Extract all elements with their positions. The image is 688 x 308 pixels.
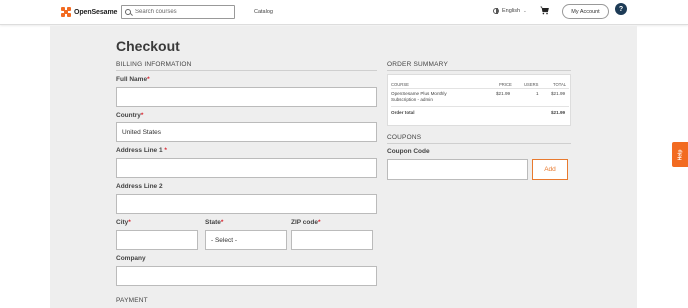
country-select[interactable]: United States [116,122,377,142]
city-field[interactable] [116,230,198,250]
company-label: Company [116,255,146,262]
col-course-header: COURSE [391,82,409,87]
course-users: 1 [536,91,539,96]
course-total: $21.99 [551,91,566,96]
state-value: - Select - [211,236,238,244]
top-header: OpenSesame Catalog English ⌄ My Account … [0,0,688,25]
chevron-down-icon: ⌄ [523,8,527,13]
billing-divider [116,70,377,71]
coupons-divider [387,143,571,144]
my-account-button[interactable]: My Account [562,4,609,19]
order-summary-divider [387,70,571,71]
full-name-label: Full Name* [116,76,150,83]
add-coupon-button[interactable]: Add [532,159,568,180]
coupon-code-field[interactable] [387,159,528,180]
zip-label: ZIP code* [291,219,321,226]
address-line1-field[interactable] [116,158,377,178]
coupons-heading: COUPONS [387,134,422,141]
coupon-code-label: Coupon Code [387,148,430,155]
language-selector[interactable]: English ⌄ [493,8,527,14]
opensesame-logo[interactable]: OpenSesame [61,6,117,18]
course-price: $21.99 [496,91,511,96]
course-name-line2: Subscription - admin [391,97,433,102]
order-total-value: $21.99 [551,110,566,115]
help-icon[interactable]: ? [615,3,627,15]
summary-row-rule [391,106,569,107]
language-label: English [502,8,521,14]
col-total-header: TOTAL [553,82,567,87]
company-field[interactable] [116,266,377,286]
address-line2-field[interactable] [116,194,377,214]
col-users-header: USERS [524,82,539,87]
payment-heading: PAYMENT [116,297,148,304]
full-name-field[interactable] [116,87,377,107]
summary-header-rule [391,88,569,89]
state-label: State* [205,219,224,226]
search-icon [125,9,131,15]
billing-heading: BILLING INFORMATION [116,61,192,68]
search-box[interactable] [121,5,235,19]
state-select[interactable]: - Select - [205,230,287,250]
help-tab-label: Help [677,149,683,160]
nav-catalog-link[interactable]: Catalog [254,9,273,15]
col-price-header: PRICE [499,82,512,87]
address-line2-label: Address Line 2 [116,183,163,190]
zip-field[interactable] [291,230,373,250]
order-summary-table: COURSE PRICE USERS TOTAL OpenSesame Plus… [387,74,571,126]
order-total-label: Order total [391,110,415,115]
address-line1-label: Address Line 1 * [116,147,167,154]
logo-text: OpenSesame [74,8,118,16]
cart-icon[interactable] [540,6,549,15]
globe-icon [493,8,499,14]
search-input[interactable] [135,9,230,15]
page-title: Checkout [116,38,180,54]
order-summary-heading: ORDER SUMMARY [387,61,448,68]
help-side-tab[interactable]: Help [672,142,688,167]
course-name-line1: OpenSesame Plus Monthly [391,91,447,96]
country-value: United States [122,128,162,136]
country-label: Country* [116,112,144,119]
logo-mark-icon [61,7,71,17]
city-label: City* [116,219,131,226]
